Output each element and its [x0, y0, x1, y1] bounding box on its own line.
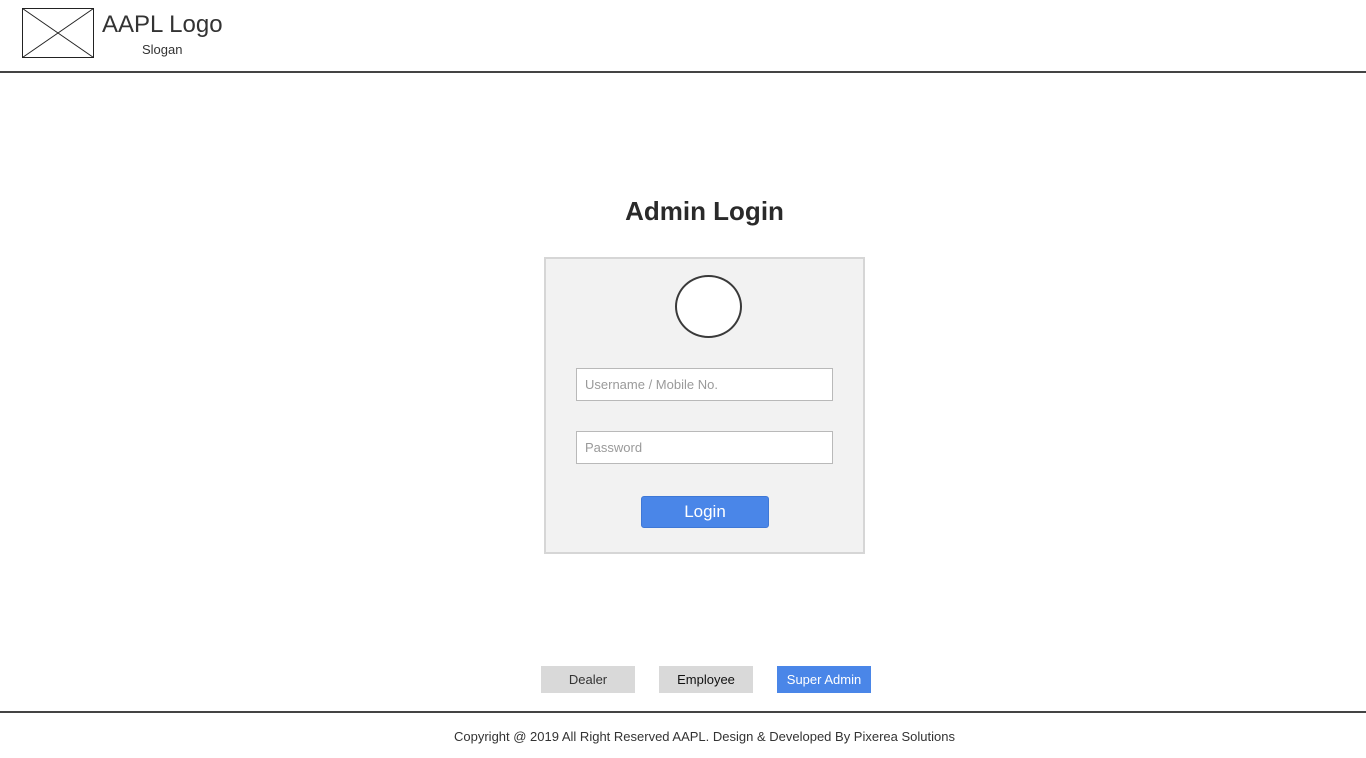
logo-placeholder-icon[interactable]	[22, 8, 94, 58]
logo-slogan: Slogan	[142, 42, 183, 57]
page-title: Admin Login	[625, 196, 784, 226]
password-input[interactable]	[576, 431, 833, 464]
login-card: Login	[544, 257, 865, 554]
avatar-icon	[675, 275, 742, 338]
logo-title[interactable]: AAPL Logo	[102, 11, 223, 39]
username-input[interactable]	[576, 368, 833, 401]
login-button[interactable]: Login	[641, 496, 769, 528]
employee-role-button[interactable]: Employee	[659, 666, 753, 693]
footer: Copyright @ 2019 All Right Reserved AAPL…	[0, 711, 1366, 758]
header: AAPL Logo Slogan	[0, 0, 1366, 73]
super-admin-role-button[interactable]: Super Admin	[777, 666, 871, 693]
dealer-role-button[interactable]: Dealer	[541, 666, 635, 693]
copyright-text: Copyright @ 2019 All Right Reserved AAPL…	[454, 729, 955, 744]
